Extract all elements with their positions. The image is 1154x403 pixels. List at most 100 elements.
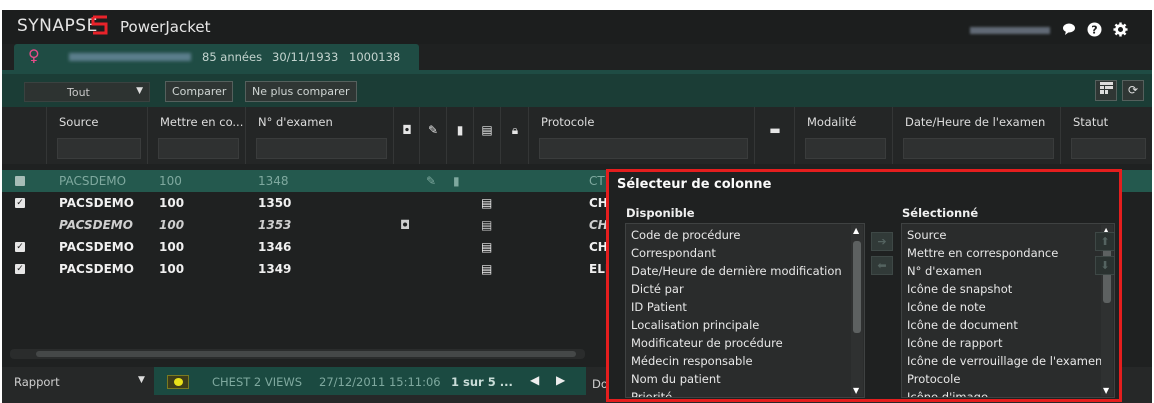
header-checkbox-col [2,107,47,164]
report-icon[interactable]: ▤ [481,262,492,276]
header-match[interactable]: Mettre en co... [148,107,246,164]
header-report[interactable]: ▤ [474,107,501,164]
list-item[interactable]: Médecin responsable [631,354,753,368]
header-source[interactable]: Source [47,107,148,164]
row-checkbox[interactable]: ✓ [15,198,25,208]
header-exam-number-label: N° d'examen [258,115,333,129]
help-icon[interactable]: ? [1086,22,1102,38]
move-left-button[interactable]: ⬅ [871,256,893,275]
list-scrollbar[interactable]: ▲ ▼ [851,225,863,396]
lock-icon: 🔒︎ [511,123,519,137]
column-chooser-icon[interactable] [1095,80,1117,101]
list-item[interactable]: Icône de verrouillage de l'examen [907,354,1102,368]
synapse-s-logo [91,15,108,35]
exam-datetime-filter-input[interactable] [903,138,1054,159]
cell-protocol: CT [589,174,605,188]
stop-compare-button[interactable]: Ne plus comparer [245,81,357,102]
scroll-up-icon[interactable]: ▲ [853,226,859,235]
previous-icon[interactable]: ◀ [530,373,539,387]
cell-exam-number: 1348 [258,174,289,188]
list-item[interactable]: Priorité [631,390,672,397]
report-icon[interactable]: ▤ [481,196,492,210]
header-document[interactable]: ▮ [447,107,474,164]
protocol-filter-input[interactable] [539,138,748,159]
header-lock[interactable]: 🔒︎ [501,107,529,164]
note-edit-icon: ✎ [427,123,439,137]
selected-columns-list[interactable]: Source Mettre en correspondance N° d'exa… [901,223,1115,398]
list-item[interactable]: Code de procédure [631,228,740,242]
list-item[interactable]: ID Patient [631,300,687,314]
patient-dob: 30/11/1933 [272,50,339,64]
report-icon[interactable]: ▤ [481,240,492,254]
move-right-button[interactable]: ➔ [871,232,893,251]
header-protocol[interactable]: Protocole [529,107,755,164]
row-checkbox[interactable]: ✓ [15,264,25,274]
header-exam-number[interactable]: N° d'examen [246,107,394,164]
filter-dropdown[interactable]: Tout ▼ [24,82,150,102]
camera-icon[interactable]: ◘ [400,218,410,232]
list-item[interactable]: Icône de rapport [907,336,1002,350]
chat-icon[interactable] [1061,22,1077,38]
image-icon: ▬ [769,123,781,137]
report-title: CHEST 2 VIEWS [212,375,303,389]
list-item[interactable]: Date/Heure de dernière modification [631,264,842,278]
exam-number-filter-input[interactable] [256,138,387,159]
header-match-label: Mettre en co... [160,115,244,129]
match-filter-input[interactable] [158,138,239,159]
status-filter-input[interactable] [1071,138,1146,159]
female-icon: ♀ [28,46,40,65]
header-exam-datetime[interactable]: Date/Heure de l'examen [893,107,1061,164]
report-dropdown[interactable]: Rapport [14,375,60,389]
scrollbar-thumb[interactable] [36,351,576,357]
note-edit-icon[interactable]: ✎ [426,174,436,188]
list-item[interactable]: Correspondant [631,246,716,260]
move-down-button[interactable]: ⬇ [1095,256,1115,275]
patient-name-redacted [69,53,191,61]
header-protocol-label: Protocole [541,115,595,129]
list-item[interactable]: N° d'examen [907,264,982,278]
list-item[interactable]: Icône de document [907,318,1018,332]
cell-match: 100 [159,196,185,210]
header-note[interactable]: ✎ [420,107,447,164]
scroll-down-icon[interactable]: ▼ [853,386,859,395]
list-item[interactable]: Source [907,228,947,242]
list-item[interactable]: Modificateur de procédure [631,336,783,350]
list-item[interactable]: Dicté par [631,282,684,296]
next-icon[interactable]: ▶ [556,373,565,387]
header-modality[interactable]: Modalité [795,107,893,164]
patient-age: 85 années [202,50,263,64]
source-filter-input[interactable] [57,138,141,159]
row-checkbox[interactable]: ✓ [15,242,25,252]
header-snapshot[interactable]: ◘ [394,107,420,164]
available-columns-list[interactable]: Code de procédure Correspondant Date/Heu… [625,223,865,398]
compare-button[interactable]: Comparer [165,81,234,102]
header-image[interactable]: ▬ [755,107,795,164]
list-item[interactable]: Nom du patient [631,372,721,386]
exam-toolbar: Tout ▼ Comparer Ne plus comparer ⟳ [2,74,1152,107]
move-up-button[interactable]: ⬆ [1095,232,1115,251]
horizontal-scrollbar[interactable] [10,349,585,359]
list-item[interactable]: Mettre en correspondance [907,246,1058,260]
chevron-down-icon[interactable]: ▼ [138,375,145,385]
row-checkbox[interactable] [15,176,25,186]
refresh-icon[interactable]: ⟳ [1122,80,1144,101]
cell-match: 100 [159,240,185,254]
gear-icon[interactable] [1112,22,1128,38]
report-icon[interactable]: ▤ [481,218,492,232]
list-item[interactable]: Localisation principale [631,318,759,332]
scrollbar-thumb[interactable] [853,241,861,333]
list-item[interactable]: Protocole [907,372,960,386]
cell-source: PACSDEMO [59,218,133,232]
list-item[interactable]: Icône de note [907,300,986,314]
scroll-down-icon[interactable]: ▼ [1103,386,1109,395]
header-status[interactable]: Statut [1061,107,1152,164]
list-item[interactable]: Icône d'image [907,390,988,397]
header-modality-label: Modalité [807,115,857,129]
document-icon[interactable]: ▮ [453,174,460,188]
cell-exam-number: 1353 [258,218,292,232]
modality-filter-input[interactable] [805,138,886,159]
header-status-label: Statut [1073,115,1109,129]
list-item[interactable]: Icône de snapshot [907,282,1012,296]
patient-tab[interactable]: ♀ 85 années 30/11/1933 1000138 [14,44,419,70]
cell-source: PACSDEMO [59,174,127,188]
